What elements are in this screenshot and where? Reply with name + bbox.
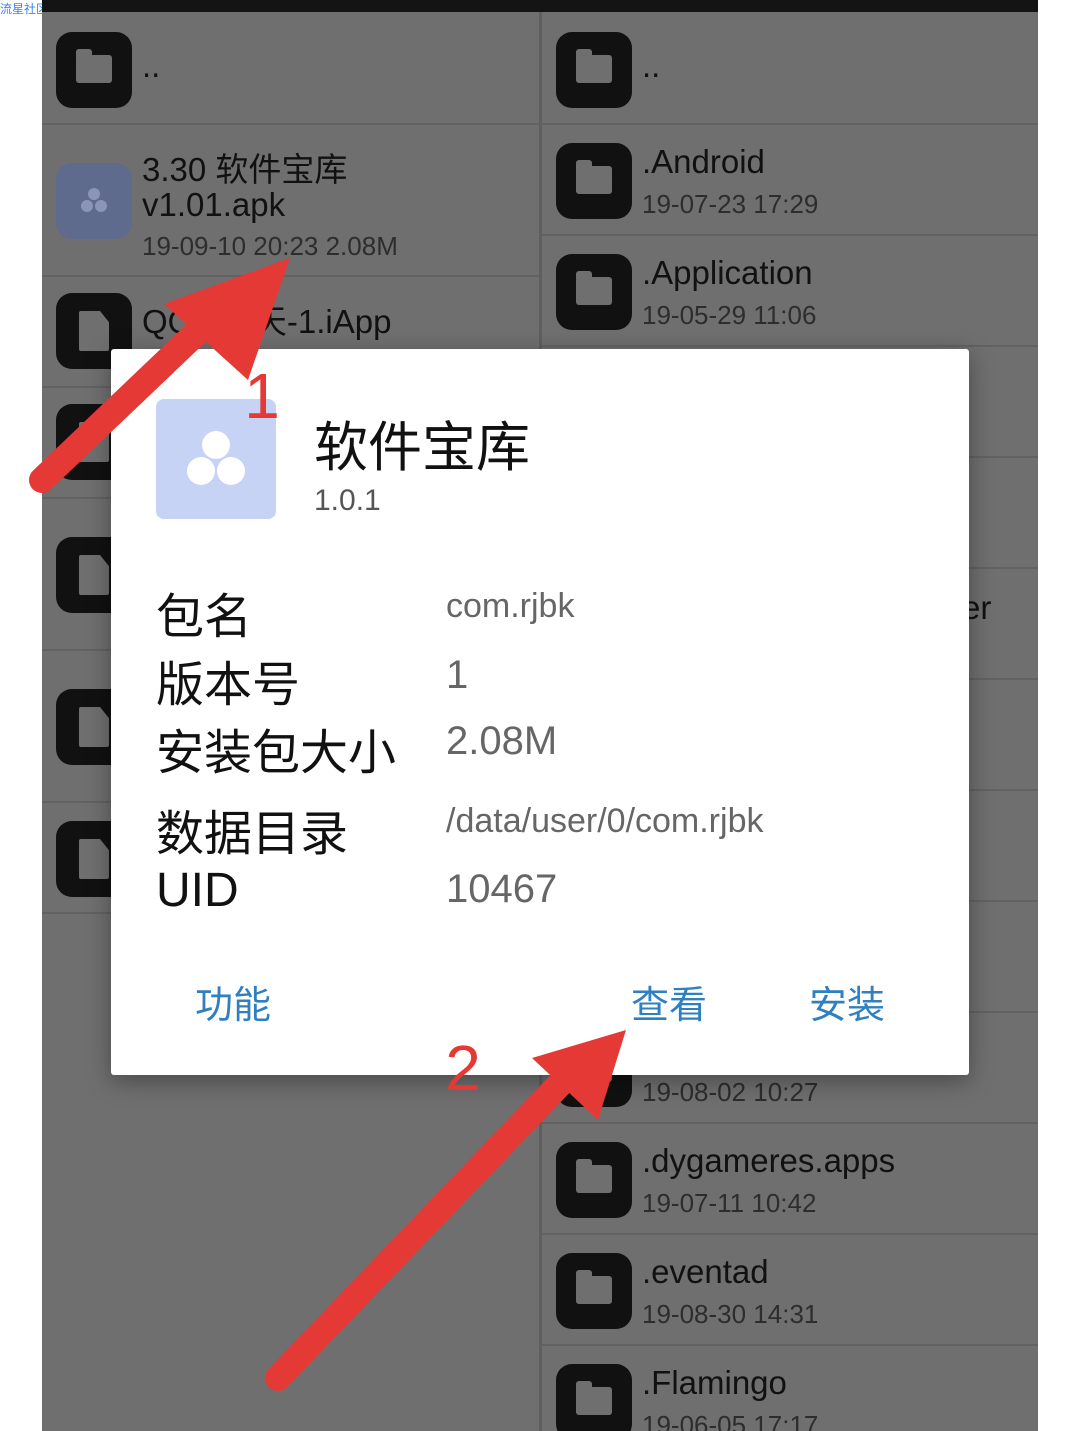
list-item-parent-dir[interactable]: ..: [542, 12, 1038, 125]
app-name: 软件宝库: [314, 418, 530, 478]
version-code-label: 版本号: [156, 659, 301, 712]
file-name: .eventad: [642, 1253, 769, 1290]
list-item-folder[interactable]: .eventad 19-08-30 14:31: [542, 1233, 1038, 1346]
file-name: QQ5 聊天-1.iApp: [142, 303, 392, 340]
file-meta: 19-08-30 14:31: [642, 1299, 819, 1329]
version-code-value: 1: [446, 653, 469, 697]
folder-icon: [556, 32, 632, 108]
app-info-dialog: 软件宝库 1.0.1 包名 com.rjbk 版本号 1 安装包大小 2.08M…: [111, 349, 969, 1075]
folder-icon: [556, 254, 632, 330]
file-name: .Android: [642, 143, 765, 180]
file-name: .dygameres.apps: [642, 1142, 896, 1179]
file-meta: 19-07-11 10:42: [642, 1188, 817, 1218]
list-item-folder[interactable]: .Flamingo 19-06-05 17:17: [542, 1344, 1038, 1431]
file-meta: 19-07-23 17:29: [642, 189, 819, 219]
install-button[interactable]: 安装: [809, 974, 885, 1029]
file-meta: 19-09-10 20:23 2.08M: [142, 231, 398, 261]
package-size-label: 安装包大小: [156, 727, 397, 780]
list-item-folder[interactable]: .Android 19-07-23 17:29: [542, 123, 1038, 236]
apk-icon: [56, 163, 132, 239]
file-meta: 19-05-29 11:06: [642, 300, 817, 330]
uid-label: UID: [156, 864, 239, 917]
folder-icon: [56, 32, 132, 108]
data-directory-value: /data/user/0/com.rjbk: [446, 802, 764, 840]
list-item-folder[interactable]: .Application 19-05-29 11:06: [542, 234, 1038, 347]
app-version: 1.0.1: [314, 484, 381, 517]
file-name: ..: [142, 47, 161, 84]
folder-icon: [556, 1142, 632, 1218]
file-name: ..: [642, 47, 661, 84]
file-name: 3.30 软件宝库: [142, 151, 348, 188]
file-name-line2: v1.01.apk: [142, 186, 286, 223]
file-name: .Application: [642, 254, 813, 291]
file-meta: 19-08-02 10:27: [642, 1077, 819, 1107]
list-item-folder[interactable]: .dygameres.apps 19-07-11 10:42: [542, 1122, 1038, 1235]
data-directory-label: 数据目录: [156, 808, 349, 861]
watermark-text: 流星社区: [0, 2, 49, 16]
list-item-parent-dir[interactable]: ..: [42, 12, 539, 125]
view-button[interactable]: 查看: [631, 974, 707, 1029]
file-name: .Flamingo: [642, 1364, 787, 1401]
list-item-apk[interactable]: 3.30 软件宝库 v1.01.apk 19-09-10 20:23 2.08M: [42, 123, 539, 277]
folder-icon: [556, 1364, 632, 1431]
uid-value: 10467: [446, 867, 558, 911]
file-meta: 19-06-05 17:17: [642, 1410, 819, 1431]
package-name-value: com.rjbk: [446, 587, 575, 625]
status-bar: [42, 0, 1038, 12]
folder-icon: [556, 1253, 632, 1329]
function-button[interactable]: 功能: [195, 974, 271, 1029]
app-icon: [156, 399, 276, 519]
folder-icon: [556, 143, 632, 219]
package-name-label: 包名: [156, 591, 253, 644]
package-size-value: 2.08M: [446, 719, 558, 763]
